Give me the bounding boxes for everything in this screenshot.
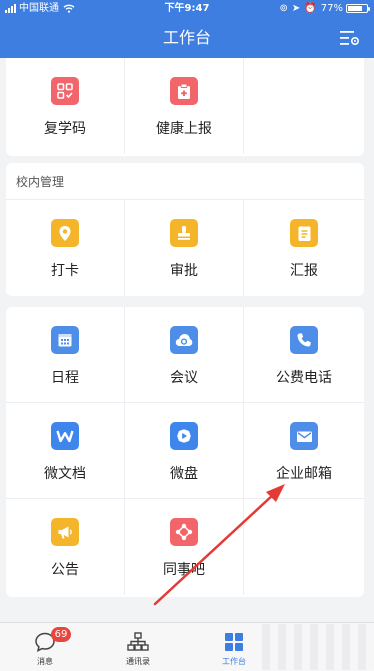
unread-badge: 69: [51, 627, 71, 642]
app-tile-label: 打卡: [51, 263, 79, 279]
colleague-network-icon: [170, 518, 198, 546]
rotation-lock-icon: ⊚: [279, 3, 288, 14]
phone-icon: [290, 326, 318, 354]
app-tile-label: 微文档: [44, 466, 86, 482]
contacts-tree-icon: [127, 632, 149, 651]
app-tile-colleagues[interactable]: 同事吧: [125, 499, 244, 595]
app-tile-report[interactable]: 汇报: [244, 200, 364, 296]
app-tile-schedule[interactable]: 日程: [6, 307, 125, 403]
tab-label: 消息: [37, 657, 53, 666]
tab-label: 通讯录: [126, 657, 150, 666]
medical-clipboard-icon: [170, 77, 198, 105]
app-tile-label: 微盘: [170, 466, 198, 482]
app-tile-phone[interactable]: 公费电话: [244, 307, 364, 403]
app-tile-label: 审批: [170, 263, 198, 279]
tab-contacts[interactable]: 通讯录: [93, 623, 183, 671]
drive-icon: [170, 422, 198, 450]
location-pin-icon: [51, 219, 79, 247]
megaphone-icon: [51, 518, 79, 546]
grid-code-icon: [51, 77, 79, 105]
app-tile-resume-code[interactable]: 复学码: [6, 58, 125, 154]
app-tile-label: 健康上报: [156, 121, 212, 137]
app-tile-checkin[interactable]: 打卡: [6, 200, 125, 296]
location-arrow-icon: ➤: [291, 3, 301, 14]
app-tile-label: 同事吧: [163, 562, 205, 578]
alarm-icon: ⏰: [304, 3, 317, 14]
app-tile-label: 复学码: [44, 121, 86, 137]
app-card-office: 日程 会议 公费电话 微文档 微盘 企业邮箱 公告 同事吧: [6, 307, 364, 597]
battery-percent: 77%: [320, 3, 343, 14]
app-tile-label: 会议: [170, 370, 198, 386]
app-tile-approval[interactable]: 审批: [125, 200, 244, 296]
report-icon: [290, 219, 318, 247]
stamp-icon: [170, 219, 198, 247]
empty-tile: [244, 499, 364, 595]
calendar-icon: [51, 326, 79, 354]
settings-list-icon[interactable]: [340, 29, 360, 47]
app-tile-label: 公费电话: [276, 370, 332, 386]
app-tile-health-report[interactable]: 健康上报: [125, 58, 244, 154]
top-bar: 中国联通 下午9:47 ⊚ ➤ ⏰ 77% 工作台: [0, 0, 374, 58]
battery-icon: [346, 4, 370, 13]
empty-tile: [244, 58, 364, 154]
app-tile-meeting[interactable]: 会议: [125, 307, 244, 403]
tab-messages[interactable]: 69 消息: [0, 623, 90, 671]
app-tile-email[interactable]: 企业邮箱: [244, 403, 364, 499]
status-bar: 中国联通 下午9:47 ⊚ ➤ ⏰ 77%: [0, 0, 374, 17]
app-tile-label: 公告: [51, 562, 79, 578]
app-tile-announcement[interactable]: 公告: [6, 499, 125, 595]
app-card-campus: 校内管理 打卡 审批 汇报: [6, 163, 364, 296]
app-tile-wedoc[interactable]: 微文档: [6, 403, 125, 499]
app-tile-label: 日程: [51, 370, 79, 386]
app-tile-label: 汇报: [290, 263, 318, 279]
app-card-health: 复学码 健康上报: [6, 58, 364, 156]
watermark-blur: [262, 624, 374, 670]
app-tile-label: 企业邮箱: [276, 466, 332, 482]
cloud-meeting-icon: [170, 326, 198, 354]
workbench-grid-icon: [225, 633, 243, 651]
page-title: 工作台: [162, 28, 211, 47]
mail-icon: [290, 422, 318, 450]
section-title: 校内管理: [6, 163, 364, 200]
doc-w-icon: [51, 422, 79, 450]
app-tile-drive[interactable]: 微盘: [125, 403, 244, 499]
